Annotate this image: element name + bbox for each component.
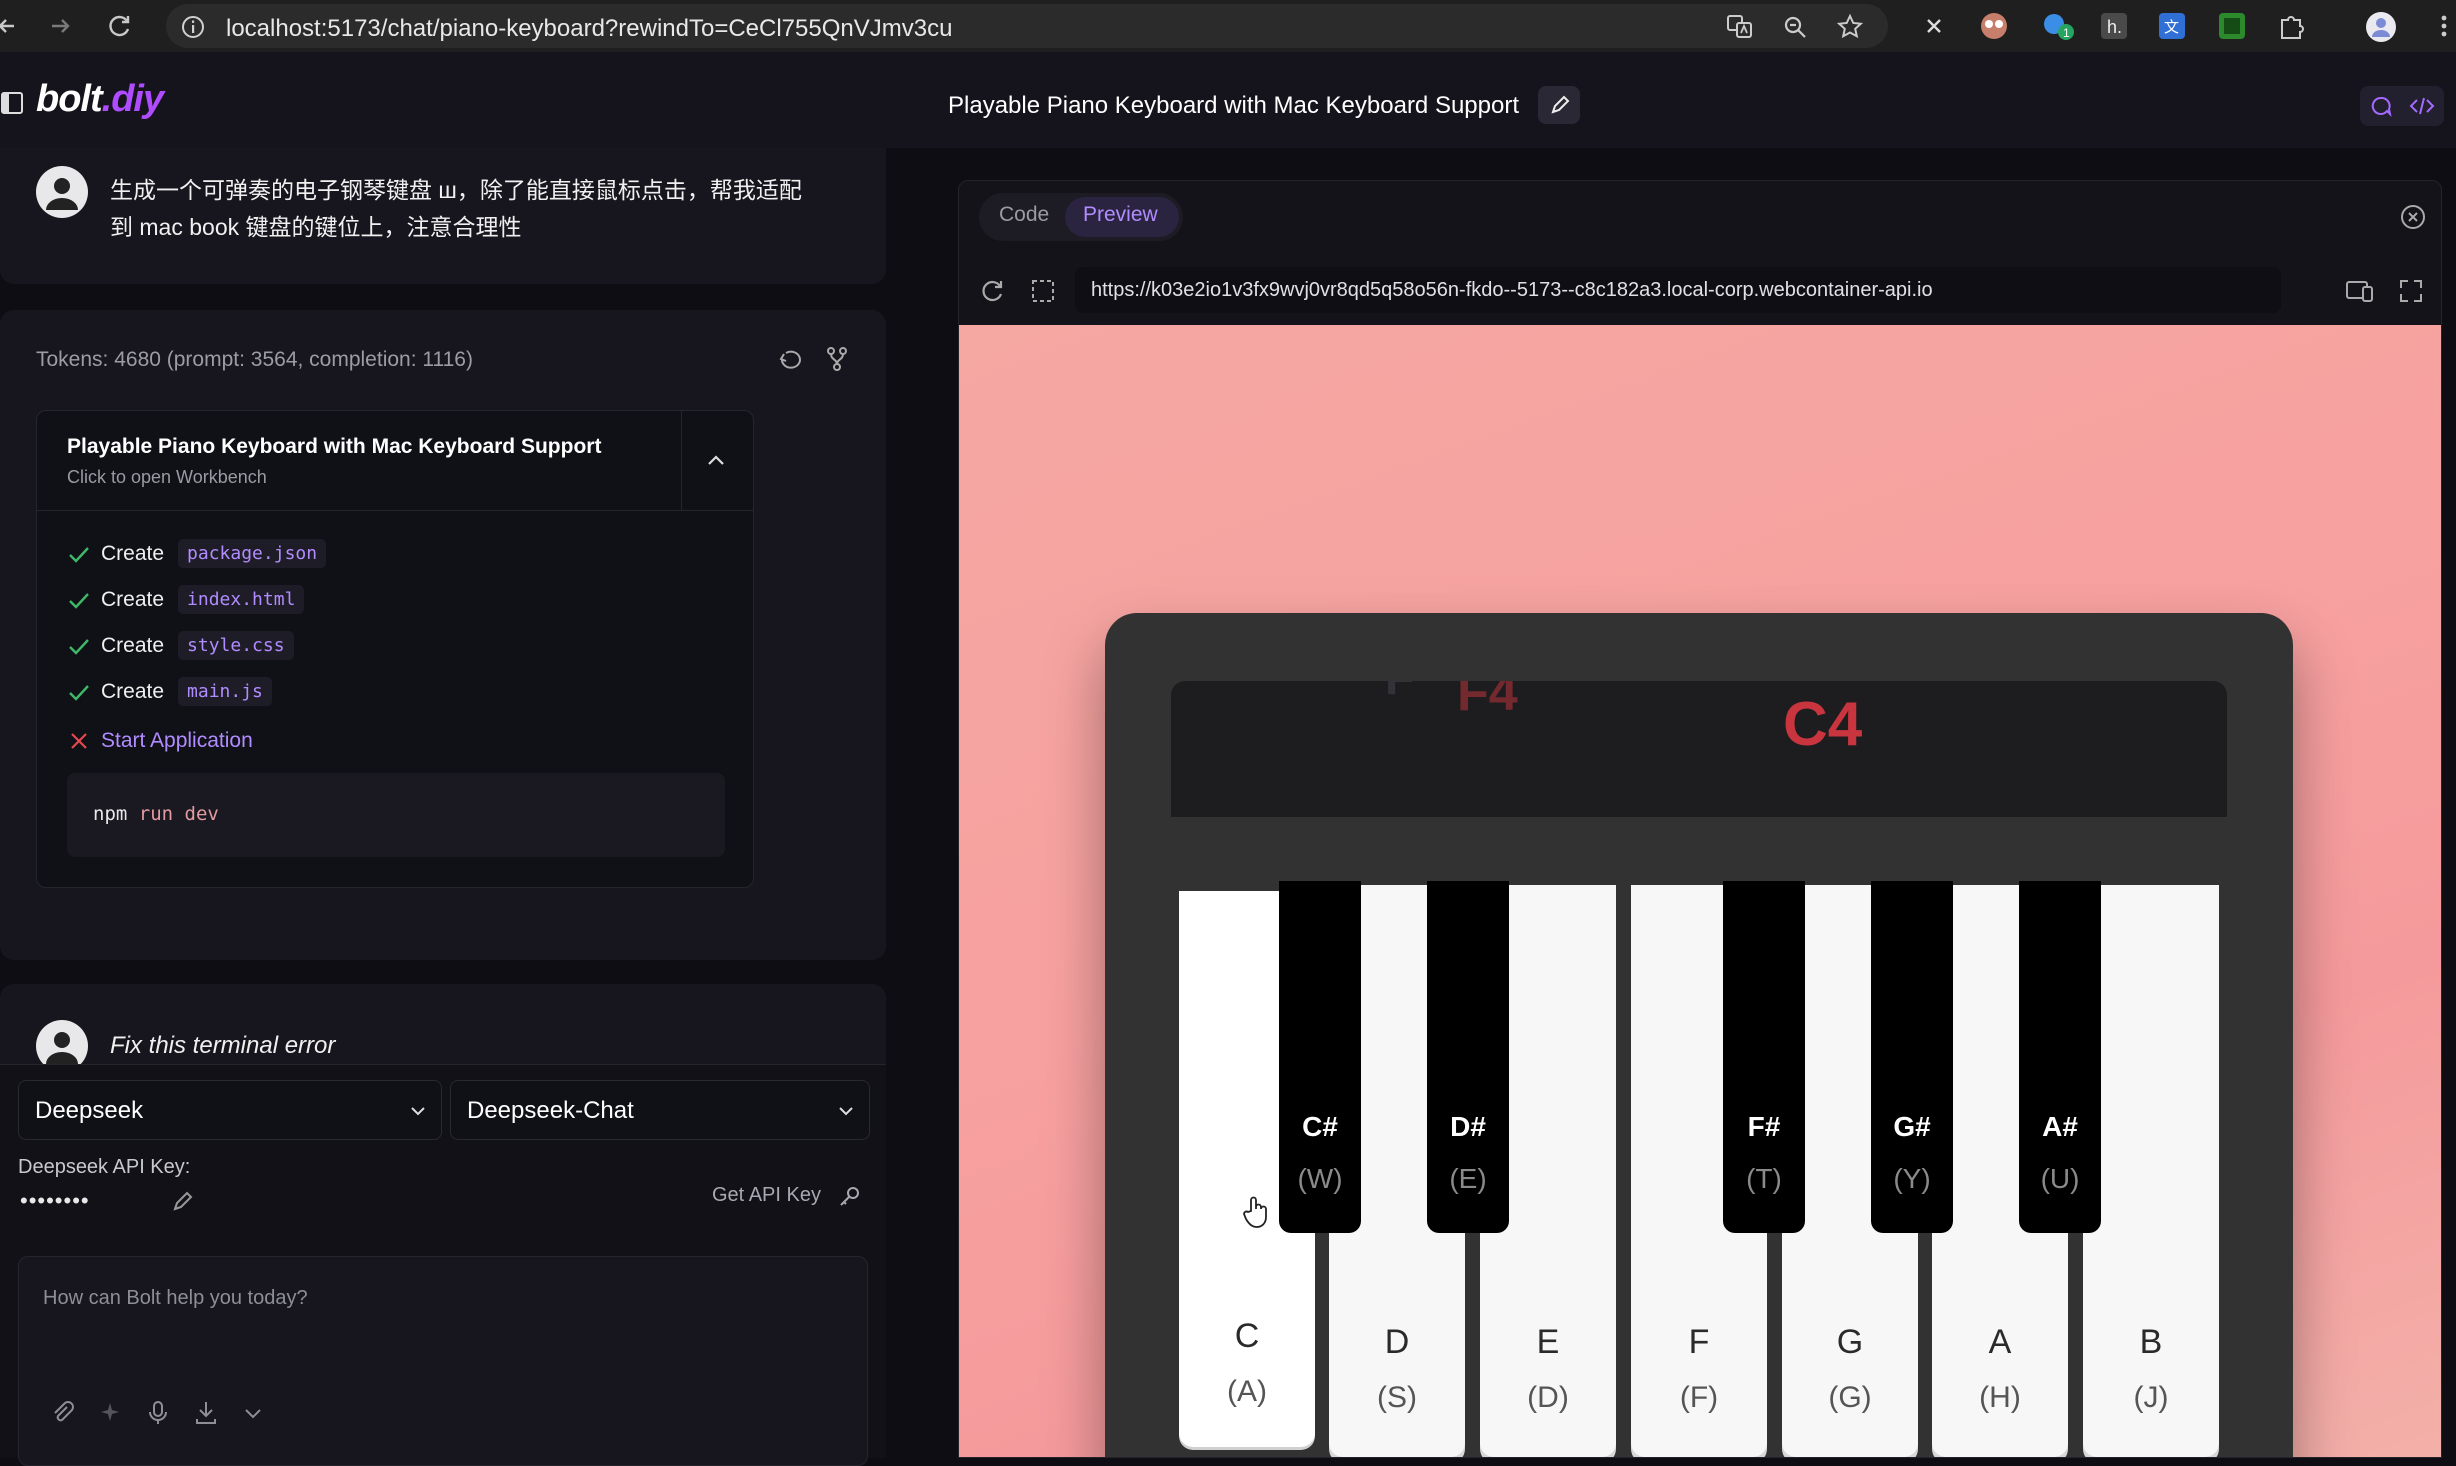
ghost-note-shadow: F: [1385, 681, 1414, 706]
translate-icon[interactable]: [1726, 14, 1754, 40]
profile-avatar-icon[interactable]: [2364, 10, 2396, 42]
chat-title: Playable Piano Keyboard with Mac Keyboar…: [948, 92, 1520, 119]
user-message-text: 生成一个可弹奏的电子钢琴键盘 ш，除了能直接鼠标点击，帮我适配 到 mac bo…: [110, 177, 802, 240]
svg-text:文: 文: [2164, 19, 2179, 36]
black-key-d-sharp[interactable]: D# (E): [1427, 881, 1509, 1233]
model-select[interactable]: Deepseek-Chat: [450, 1080, 870, 1140]
code-view-icon[interactable]: [2408, 94, 2436, 118]
command-block: npm run dev: [67, 773, 725, 857]
step-create-index: Create index.html: [67, 585, 305, 614]
note-display: F F4 C4: [1171, 681, 2227, 817]
enhance-sparkle-icon[interactable]: [97, 1399, 123, 1427]
chat-view-icon[interactable]: [2368, 94, 2394, 118]
svg-text:1: 1: [2063, 26, 2070, 40]
extension-eyes-icon[interactable]: [1978, 10, 2010, 42]
api-key-value: ••••••••: [20, 1188, 90, 1213]
step-create-package: Create package.json: [67, 539, 327, 568]
extension-translate-icon[interactable]: 文: [2156, 10, 2188, 42]
extension-chat-icon[interactable]: 1: [2040, 10, 2074, 42]
white-key-b[interactable]: B (J): [2083, 885, 2219, 1457]
get-api-key-link[interactable]: Get API Key: [712, 1184, 821, 1207]
attach-icon[interactable]: [49, 1399, 75, 1427]
address-url: localhost:5173/chat/piano-keyboard?rewin…: [226, 15, 953, 42]
app-logo[interactable]: bolt.diy: [36, 78, 164, 121]
back-icon[interactable]: [0, 12, 22, 40]
import-icon[interactable]: [193, 1399, 219, 1427]
preview-reload-icon[interactable]: [979, 277, 1007, 305]
check-icon: [69, 592, 89, 609]
second-user-message: Fix this terminal error: [110, 1032, 336, 1059]
site-info-icon[interactable]: [180, 14, 206, 40]
step-create-main: Create main.js: [67, 677, 272, 706]
tab-code[interactable]: Code: [999, 203, 1049, 227]
user-avatar: [36, 166, 88, 218]
command-text: npm run dev: [93, 803, 219, 825]
preview-url: https://k03e2io1v3fx9wvj0vr8qd5q58o56n-f…: [1091, 279, 1933, 301]
token-usage: Tokens: 4680 (prompt: 3564, completion: …: [36, 348, 473, 371]
extension-x-icon[interactable]: [1918, 10, 1950, 42]
check-icon: [69, 638, 89, 655]
workbench-panel: Code Preview https://k03e2io1v3fx9wvj0vr…: [958, 180, 2442, 1458]
artifact-subtitle: Click to open Workbench: [67, 467, 267, 487]
piano-container: F F4 C4 C(A) D(S) E(D) F(F) G(G) A(H): [1105, 613, 2293, 1457]
check-icon: [69, 684, 89, 701]
rewind-icon[interactable]: [778, 346, 804, 372]
hand-cursor-icon: [1241, 1195, 1271, 1229]
fullscreen-icon[interactable]: [2397, 277, 2425, 305]
bookmark-star-icon[interactable]: [1836, 13, 1864, 41]
close-workbench-icon[interactable]: [2399, 203, 2427, 231]
reload-icon[interactable]: [106, 12, 134, 40]
black-key-f-sharp[interactable]: F# (T): [1723, 881, 1805, 1233]
more-chevron-icon[interactable]: [241, 1401, 265, 1425]
black-key-c-sharp[interactable]: C# (W): [1279, 881, 1361, 1233]
artifact-title: Playable Piano Keyboard with Mac Keyboar…: [67, 435, 602, 458]
zoom-icon[interactable]: [1782, 14, 1808, 40]
current-note: C4: [1783, 690, 1863, 759]
browser-menu-icon[interactable]: [2428, 10, 2456, 42]
step-create-style: Create style.css: [67, 631, 294, 660]
edit-api-key-icon[interactable]: [170, 1188, 196, 1214]
svg-text:h.: h.: [2107, 17, 2122, 37]
device-mode-icon[interactable]: [2345, 277, 2375, 305]
extensions-puzzle-icon[interactable]: [2276, 10, 2308, 42]
error-x-icon: [71, 733, 87, 749]
artifact-header[interactable]: Playable Piano Keyboard with Mac Keyboar…: [37, 411, 753, 511]
step-start-application: Start Application: [67, 729, 253, 753]
chevron-down-icon: [411, 1107, 425, 1116]
provider-select[interactable]: Deepseek: [18, 1080, 442, 1140]
black-key-g-sharp[interactable]: G# (Y): [1871, 881, 1953, 1233]
tab-preview[interactable]: Preview: [1083, 203, 1158, 227]
api-key-label: Deepseek API Key:: [18, 1156, 191, 1178]
check-icon: [69, 546, 89, 563]
chevron-down-icon: [839, 1107, 853, 1116]
edit-title-button[interactable]: [1538, 86, 1580, 124]
collapse-chevron-icon[interactable]: [703, 449, 729, 471]
extension-h-icon[interactable]: h.: [2098, 10, 2130, 42]
artifact-divider: [681, 411, 682, 511]
ghost-note: F4: [1457, 681, 1518, 722]
forward-icon[interactable]: [46, 12, 74, 40]
address-bar[interactable]: localhost:5173/chat/piano-keyboard?rewin…: [166, 4, 1888, 48]
view-toggle-group: [2360, 86, 2444, 126]
preview-frame: F F4 C4 C(A) D(S) E(D) F(F) G(G) A(H): [959, 325, 2441, 1457]
pencil-icon: [1551, 95, 1570, 114]
prompt-textarea[interactable]: How can Bolt help you today?: [18, 1256, 868, 1466]
prompt-placeholder: How can Bolt help you today?: [43, 1287, 308, 1309]
workbench-tabs: Code Preview: [979, 193, 1183, 241]
fork-icon[interactable]: [824, 346, 850, 372]
browser-toolbar: localhost:5173/chat/piano-keyboard?rewin…: [0, 0, 2456, 52]
artifact-card[interactable]: Playable Piano Keyboard with Mac Keyboar…: [36, 410, 754, 888]
element-select-icon[interactable]: [1029, 277, 1057, 305]
sidebar-toggle-icon[interactable]: [0, 90, 26, 116]
preview-url-bar[interactable]: https://k03e2io1v3fx9wvj0vr8qd5q58o56n-f…: [1075, 267, 2281, 313]
microphone-icon[interactable]: [145, 1399, 171, 1427]
extension-green-icon[interactable]: [2216, 10, 2248, 42]
user-message-card: 生成一个可弹奏的电子钢琴键盘 ш，除了能直接鼠标点击，帮我适配 到 mac bo…: [0, 148, 886, 284]
key-icon[interactable]: [838, 1184, 862, 1208]
black-key-a-sharp[interactable]: A# (U): [2019, 881, 2101, 1233]
